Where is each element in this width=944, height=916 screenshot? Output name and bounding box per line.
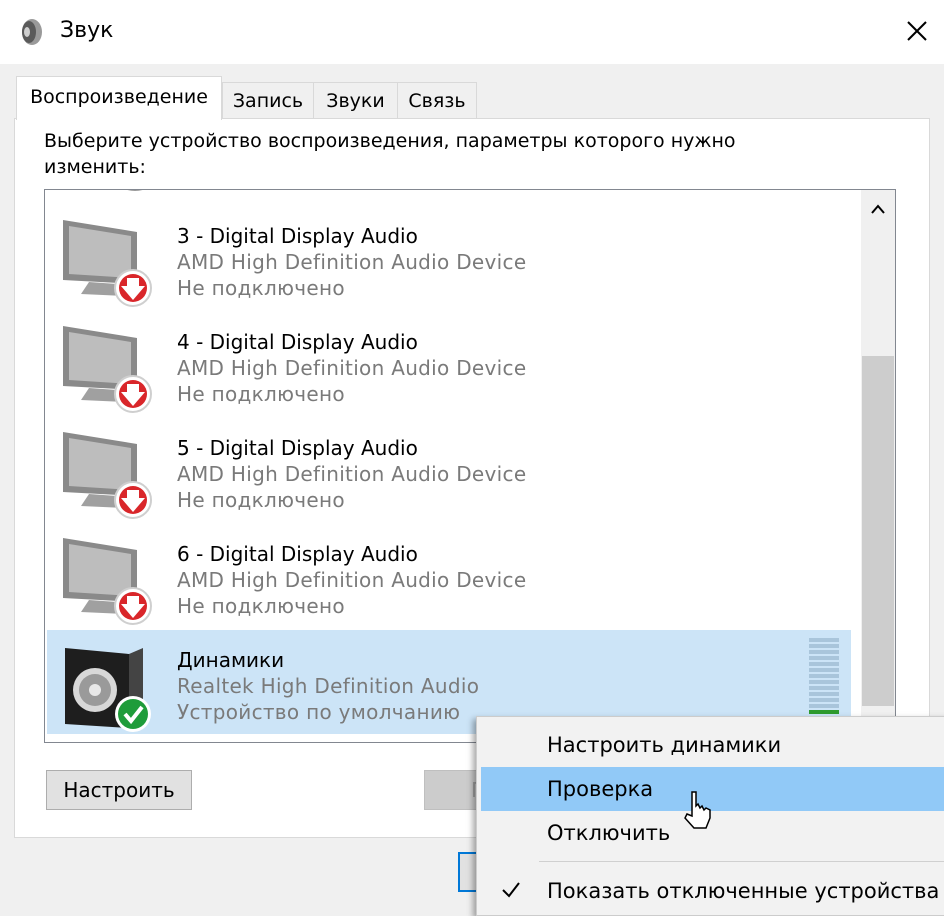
monitor-disconnected-icon bbox=[63, 220, 152, 307]
tab-sounds[interactable]: Звуки bbox=[313, 82, 398, 118]
device-name: 6 - Digital Display Audio bbox=[177, 542, 418, 566]
device-list[interactable]: 3 - Digital Display Audio AMD High Defin… bbox=[44, 189, 896, 743]
device-driver: AMD High Definition Audio Device bbox=[177, 568, 527, 592]
device-status: Не подключено bbox=[177, 488, 345, 512]
menu-item-configure-speakers[interactable]: Настроить динамики bbox=[481, 723, 944, 767]
configure-button[interactable]: Настроить bbox=[46, 770, 192, 810]
list-scrollbar[interactable] bbox=[861, 190, 895, 742]
device-driver: Realtek High Definition Audio bbox=[177, 674, 480, 698]
device-item[interactable]: 6 - Digital Display Audio AMD High Defin… bbox=[47, 524, 851, 628]
device-status: Устройство по умолчанию bbox=[177, 700, 461, 724]
device-name: 5 - Digital Display Audio bbox=[177, 436, 418, 460]
device-driver: AMD High Definition Audio Device bbox=[177, 250, 527, 274]
close-icon bbox=[907, 21, 927, 41]
scroll-thumb[interactable] bbox=[862, 356, 894, 706]
menu-separator bbox=[539, 861, 944, 862]
device-name: 4 - Digital Display Audio bbox=[177, 330, 418, 354]
set-default-button[interactable]: П bbox=[424, 770, 486, 810]
device-status: Не подключено bbox=[177, 382, 345, 406]
speaker-default-icon bbox=[65, 648, 151, 732]
device-status: Не подключено bbox=[177, 276, 345, 300]
monitor-disconnected-icon bbox=[63, 432, 152, 519]
speaker-icon bbox=[22, 19, 42, 45]
device-name: Динамики bbox=[177, 648, 285, 672]
close-button[interactable] bbox=[892, 0, 944, 64]
tab-recording[interactable]: Запись bbox=[222, 82, 314, 118]
device-item[interactable]: 3 - Digital Display Audio AMD High Defin… bbox=[47, 206, 851, 310]
volume-meter bbox=[809, 638, 839, 720]
tab-playback[interactable]: Воспроизведение bbox=[16, 76, 222, 120]
partial-device-icon bbox=[127, 190, 143, 191]
menu-item-disable[interactable]: Отключить bbox=[481, 811, 944, 855]
scroll-up-button[interactable] bbox=[861, 190, 895, 230]
menu-item-test[interactable]: Проверка bbox=[481, 767, 944, 811]
instruction-text: Выберите устройство воспроизведения, пар… bbox=[44, 130, 736, 178]
mouse-cursor-icon bbox=[684, 791, 711, 829]
title-bar: Звук bbox=[0, 0, 944, 64]
window-title: Звук bbox=[60, 18, 114, 43]
device-item[interactable]: 5 - Digital Display Audio AMD High Defin… bbox=[47, 418, 851, 522]
device-status: Не подключено bbox=[177, 594, 345, 618]
device-name: 3 - Digital Display Audio bbox=[177, 224, 418, 248]
tab-communications[interactable]: Связь bbox=[397, 82, 477, 118]
monitor-disconnected-icon bbox=[63, 538, 152, 625]
device-item[interactable]: 4 - Digital Display Audio AMD High Defin… bbox=[47, 312, 851, 416]
device-driver: AMD High Definition Audio Device bbox=[177, 462, 527, 486]
menu-item-show-disabled[interactable]: Показать отключенные устройства bbox=[481, 869, 944, 913]
check-icon bbox=[502, 882, 520, 898]
device-driver: AMD High Definition Audio Device bbox=[177, 356, 527, 380]
monitor-disconnected-icon bbox=[63, 326, 152, 413]
chevron-up-icon bbox=[871, 204, 885, 214]
